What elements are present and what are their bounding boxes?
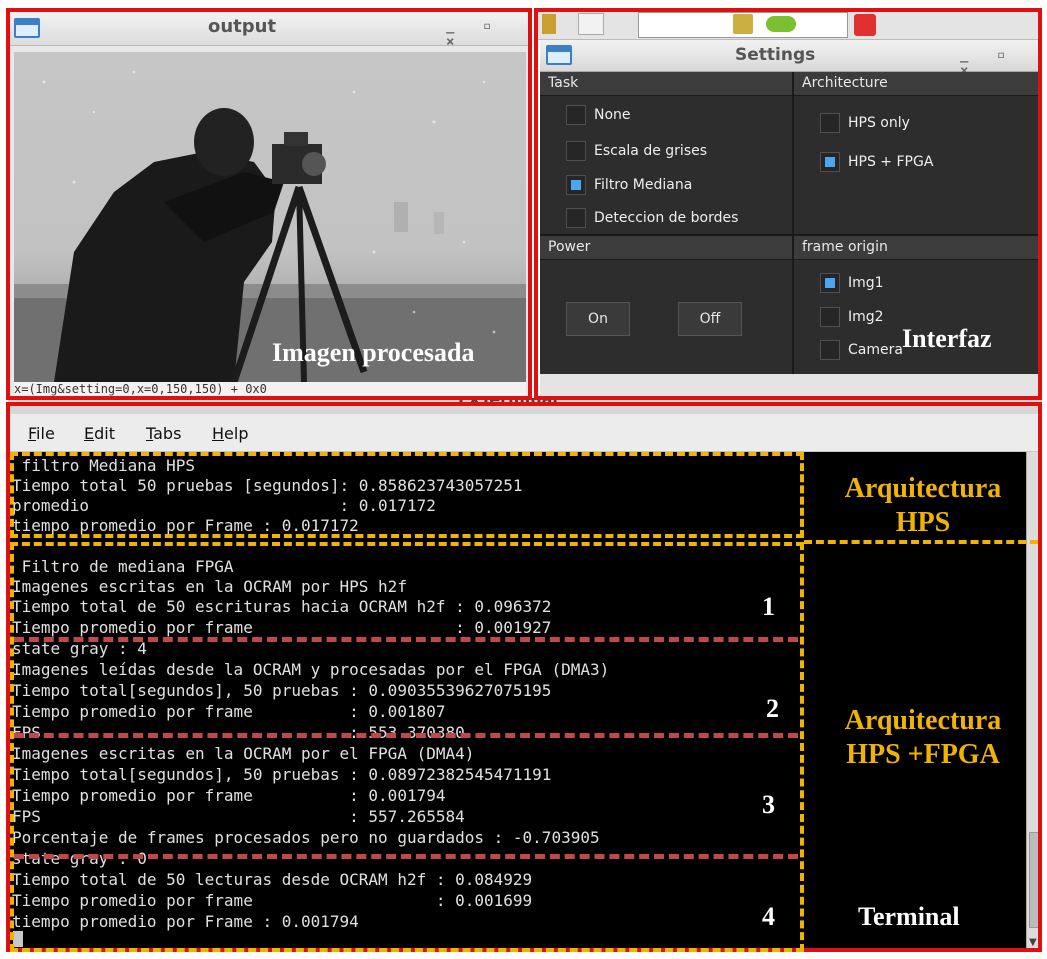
label-terminal: Terminal: [858, 902, 960, 931]
step-number-3: 3: [762, 790, 775, 819]
step-separator: [14, 854, 798, 859]
step-number-4: 4: [762, 902, 775, 931]
step-separator: [14, 637, 798, 642]
step-number-2: 2: [766, 694, 779, 723]
step-number-1: 1: [762, 592, 775, 621]
step-separator: [14, 733, 798, 738]
hps-section-box: [10, 452, 804, 538]
label-interfaz: Interfaz: [902, 324, 992, 353]
label-line: HPS: [895, 507, 951, 538]
label-arquitectura-hps: Arquitectura HPS: [812, 472, 1034, 540]
label-line: Arquitectura: [844, 473, 1002, 504]
label-imagen-procesada: Imagen procesada: [272, 338, 475, 367]
label-arquitectura-hps-fpga: Arquitectura HPS +FPGA: [812, 704, 1034, 772]
fpga-section-box: [10, 542, 804, 952]
label-line: Arquitectura: [844, 705, 1002, 736]
label-line: HPS +FPGA: [846, 739, 1000, 770]
section-divider: [804, 540, 1038, 544]
